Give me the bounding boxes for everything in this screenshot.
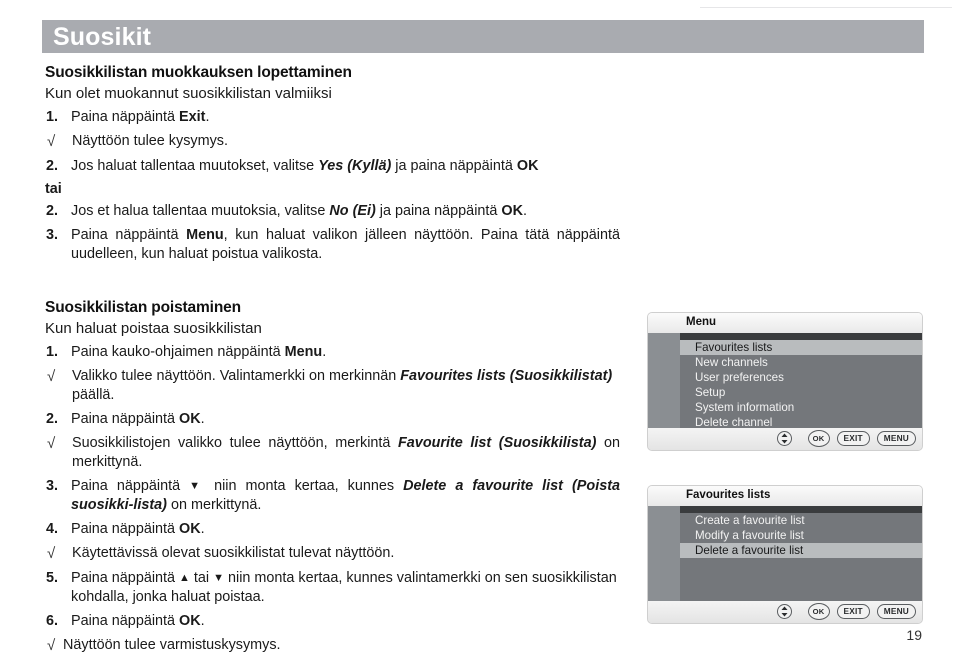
numbered-step: 4. Paina näppäintä OK.: [45, 520, 620, 539]
step-text: Käytettävissä olevat suosikkilistat tule…: [72, 545, 395, 562]
step-alternative-label: tai: [45, 180, 62, 197]
tv-footer-buttons: OK EXIT MENU: [776, 603, 916, 620]
step-number: 4.: [46, 521, 59, 537]
numbered-step: 5. Paina näppäintä ▲ tai ▼ niin monta ker…: [45, 569, 620, 607]
numbered-step: 1. Paina näppäintä Exit.: [45, 108, 620, 127]
step-number: 1.: [46, 343, 59, 360]
tv-title: Favourites lists: [686, 489, 771, 501]
result-note: √ Suosikkilistojen valikko tulee näyttöön…: [45, 434, 620, 472]
result-note: √ Käytettävissä olevat suosikkilistat tul…: [45, 544, 620, 564]
tv-button-ok[interactable]: OK: [807, 430, 830, 447]
check-icon: √: [47, 434, 56, 452]
step-number: 2.: [46, 410, 59, 427]
numbered-step: 2. Paina näppäintä OK.: [45, 410, 620, 429]
tv-button-menu[interactable]: MENU: [876, 604, 916, 619]
numbered-step: 3. Paina näppäintä Menu, kun haluat valik…: [45, 226, 620, 264]
instructions-column: Suosikkilistan muokkauksen lopettaminen K…: [45, 64, 620, 661]
step-number: 3.: [46, 226, 59, 243]
step-text: Paina näppäintä OK.: [71, 521, 205, 537]
tv-body: Create a favourite list Modify a favourit…: [648, 506, 922, 601]
step-number: 3.: [46, 477, 59, 494]
tv-footer: OK EXIT MENU: [648, 428, 922, 450]
section-subheading: Kun haluat poistaa suosikkilistan: [45, 319, 262, 337]
tv-left-strip-inner: [660, 333, 680, 428]
step-text: Paina näppäintä ▼ niin monta kertaa, kun…: [71, 477, 620, 513]
tv-screen-1: Menu Favourites lists New channels User pre…: [647, 312, 923, 451]
step-text: Näyttöön tulee kysymys.: [72, 133, 228, 150]
tv-titlebar: Favourites lists: [648, 486, 922, 506]
tv-menu-item[interactable]: User preferences: [680, 370, 922, 385]
tv-menu-panel: Create a favourite list Modify a favourit…: [680, 506, 922, 601]
numbered-step: 2. Jos haluat tallentaa muutokset, valits…: [45, 157, 620, 176]
section-heading: Suosikkilistan poistaminen: [45, 298, 241, 316]
tv-menu-list: Create a favourite list Modify a favourit…: [680, 513, 922, 558]
top-rule: [700, 7, 952, 8]
step-text: Suosikkilistojen valikko tulee näyttöön,…: [72, 434, 620, 470]
check-icon: √: [47, 636, 56, 654]
tv-footer: OK EXIT MENU: [648, 601, 922, 623]
tv-menu-item[interactable]: Delete a favourite list: [680, 543, 922, 558]
tv-screen-2: Favourites lists Create a favourite list M…: [647, 485, 923, 624]
tv-panel-top-bar: [680, 333, 922, 340]
check-icon: √: [47, 367, 56, 385]
step-text: Jos haluat tallentaa muutokset, valitse …: [71, 157, 539, 174]
section-heading: Suosikkilistan muokkauksen lopettaminen: [45, 64, 352, 81]
tv-left-strip: [648, 333, 660, 428]
step-text: Paina näppäintä Exit.: [71, 109, 210, 125]
tv-button-menu[interactable]: MENU: [876, 431, 916, 446]
tv-title: Menu: [686, 316, 717, 328]
tv-panel-top-bar: [680, 506, 922, 513]
step-text: Paina kauko-ohjaimen näppäintä Menu.: [71, 343, 327, 360]
step-text: Jos et halua tallentaa muutoksia, valits…: [71, 202, 527, 219]
step-text: Näyttöön tulee varmistuskysymys.: [63, 636, 281, 653]
sections-root: Suosikkilistan muokkauksen lopettaminen K…: [45, 64, 620, 656]
tv-left-strip: [648, 506, 660, 601]
step-text: Paina näppäintä ▲ tai ▼ niin monta kerta…: [71, 569, 617, 605]
tv-button-exit[interactable]: EXIT: [836, 604, 870, 619]
step-number: 2.: [46, 202, 59, 219]
tv-menu-list: Favourites lists New channels User prefere…: [680, 340, 922, 430]
step-number: 6.: [46, 612, 59, 629]
tv-menu-item[interactable]: Setup: [680, 385, 922, 400]
tv-menu-item[interactable]: System information: [680, 400, 922, 415]
tv-menu-item[interactable]: Favourites lists: [680, 340, 922, 355]
tv-titlebar: Menu: [648, 313, 922, 333]
step-text: Paina näppäintä OK.: [71, 612, 205, 629]
tv-left-strip-inner: [660, 506, 680, 601]
main-content: Suosikkilistan muokkauksen lopettaminen K…: [0, 0, 640, 661]
step-text: Paina näppäintä Menu, kun haluat valikon…: [71, 226, 620, 262]
tv-menu-item[interactable]: Modify a favourite list: [680, 528, 922, 543]
up-down-arrow-icon[interactable]: [776, 604, 792, 619]
tv-body: Favourites lists New channels User prefere…: [648, 333, 922, 430]
tv-menu-item[interactable]: Create a favourite list: [680, 513, 922, 528]
tv-menu-item[interactable]: New channels: [680, 355, 922, 370]
step-number: 2.: [46, 157, 59, 174]
check-icon: √: [47, 133, 56, 151]
numbered-step: 3. Paina näppäintä ▼ niin monta kertaa, k…: [45, 477, 620, 515]
tv-footer-buttons: OK EXIT MENU: [776, 430, 916, 447]
step-number: 1.: [46, 109, 59, 125]
tv-button-ok[interactable]: OK: [807, 603, 830, 620]
step-number: 5.: [46, 569, 59, 586]
numbered-step: 6. Paina näppäintä OK.: [45, 612, 620, 631]
step-text: Paina näppäintä OK.: [71, 410, 205, 427]
up-down-arrow-icon[interactable]: [776, 431, 792, 446]
result-note: √ Näyttöön tulee varmistuskysymys.: [45, 636, 620, 656]
page-number: 19: [906, 627, 922, 643]
tv-button-exit[interactable]: EXIT: [836, 431, 870, 446]
result-note: √ Näyttöön tulee kysymys.: [45, 132, 620, 152]
numbered-step: 1. Paina kauko-ohjaimen näppäintä Menu.: [45, 343, 620, 362]
step-text: Valikko tulee näyttöön. Valintamerkki on…: [72, 367, 613, 403]
result-note: √ Valikko tulee näyttöön. Valintamerkki o…: [45, 367, 620, 405]
check-icon: √: [47, 545, 56, 563]
numbered-step: 2. Jos et halua tallentaa muutoksia, vali…: [45, 202, 620, 221]
section-subheading: Kun olet muokannut suosikkilistan valmii…: [45, 85, 332, 102]
tv-menu-panel: Favourites lists New channels User prefere…: [680, 333, 922, 430]
